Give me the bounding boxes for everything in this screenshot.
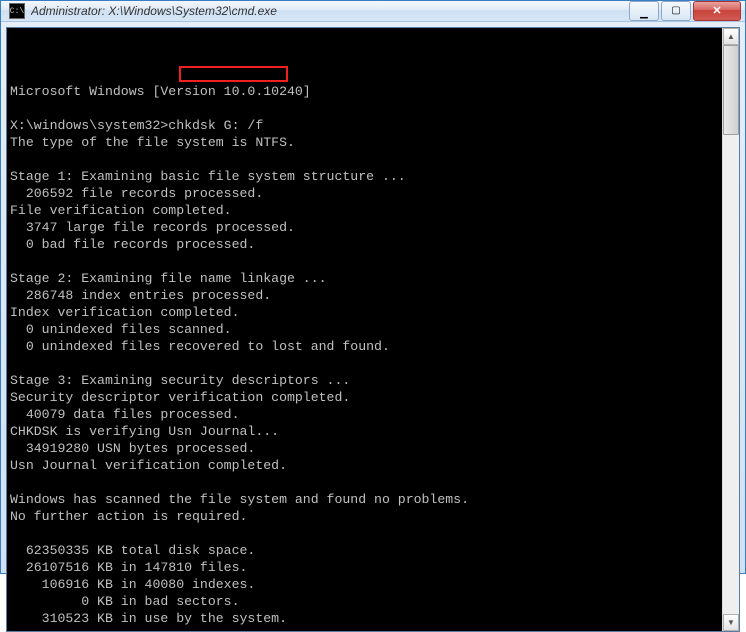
command-highlight xyxy=(179,66,288,82)
close-button[interactable]: ✕ xyxy=(693,1,741,21)
chevron-down-icon: ▼ xyxy=(727,618,735,627)
terminal-line: X:\windows\system32>chkdsk G: /f xyxy=(10,117,719,134)
terminal-line: 3747 large file records processed. xyxy=(10,219,719,236)
maximize-icon: ▢ xyxy=(671,6,680,16)
window-title: Administrator: X:\Windows\System32\cmd.e… xyxy=(31,4,629,18)
terminal-line: The type of the file system is NTFS. xyxy=(10,134,719,151)
terminal-output[interactable]: Microsoft Windows [Version 10.0.10240] X… xyxy=(7,28,722,631)
terminal-line: 0 unindexed files recovered to lost and … xyxy=(10,338,719,355)
terminal-line: 0 bad file records processed. xyxy=(10,236,719,253)
terminal-line xyxy=(10,100,719,117)
terminal-line: 62350335 KB total disk space. xyxy=(10,542,719,559)
minimize-icon: ▁ xyxy=(640,9,648,19)
terminal-line: Stage 2: Examining file name linkage ... xyxy=(10,270,719,287)
scroll-up-button[interactable]: ▲ xyxy=(723,28,739,45)
terminal-line xyxy=(10,355,719,372)
terminal-line: Stage 1: Examining basic file system str… xyxy=(10,168,719,185)
terminal-line xyxy=(10,151,719,168)
window-controls: ▁ ▢ ✕ xyxy=(629,1,741,21)
terminal-line: 106916 KB in 40080 indexes. xyxy=(10,576,719,593)
terminal-line xyxy=(10,253,719,270)
terminal-line: Index verification completed. xyxy=(10,304,719,321)
terminal-line: 40079 data files processed. xyxy=(10,406,719,423)
terminal-line: Windows has scanned the file system and … xyxy=(10,491,719,508)
cmd-window: C:\ Administrator: X:\Windows\System32\c… xyxy=(0,0,746,574)
terminal-line xyxy=(10,474,719,491)
terminal-line: 0 unindexed files scanned. xyxy=(10,321,719,338)
terminal-line: No further action is required. xyxy=(10,508,719,525)
maximize-button[interactable]: ▢ xyxy=(661,1,691,21)
minimize-button[interactable]: ▁ xyxy=(629,1,659,21)
scroll-track[interactable] xyxy=(723,45,739,614)
titlebar[interactable]: C:\ Administrator: X:\Windows\System32\c… xyxy=(1,1,745,22)
terminal-line: Security descriptor verification complet… xyxy=(10,389,719,406)
terminal-line: 286748 index entries processed. xyxy=(10,287,719,304)
terminal-line: 26107516 KB in 147810 files. xyxy=(10,559,719,576)
cmd-icon: C:\ xyxy=(9,3,25,19)
client-area: Microsoft Windows [Version 10.0.10240] X… xyxy=(6,27,740,632)
chevron-up-icon: ▲ xyxy=(727,32,735,41)
terminal-line: File verification completed. xyxy=(10,202,719,219)
terminal-line: Usn Journal verification completed. xyxy=(10,457,719,474)
terminal-line: 310523 KB in use by the system. xyxy=(10,610,719,627)
scroll-thumb[interactable] xyxy=(723,45,739,135)
terminal-line xyxy=(10,525,719,542)
terminal-line: 0 KB in bad sectors. xyxy=(10,593,719,610)
scroll-down-button[interactable]: ▼ xyxy=(723,614,739,631)
terminal-line: CHKDSK is verifying Usn Journal... xyxy=(10,423,719,440)
vertical-scrollbar[interactable]: ▲ ▼ xyxy=(722,28,739,631)
close-icon: ✕ xyxy=(712,6,721,17)
terminal-line: 206592 file records processed. xyxy=(10,185,719,202)
terminal-line: 34919280 USN bytes processed. xyxy=(10,440,719,457)
terminal-line: Microsoft Windows [Version 10.0.10240] xyxy=(10,83,719,100)
terminal-line: Stage 3: Examining security descriptors … xyxy=(10,372,719,389)
